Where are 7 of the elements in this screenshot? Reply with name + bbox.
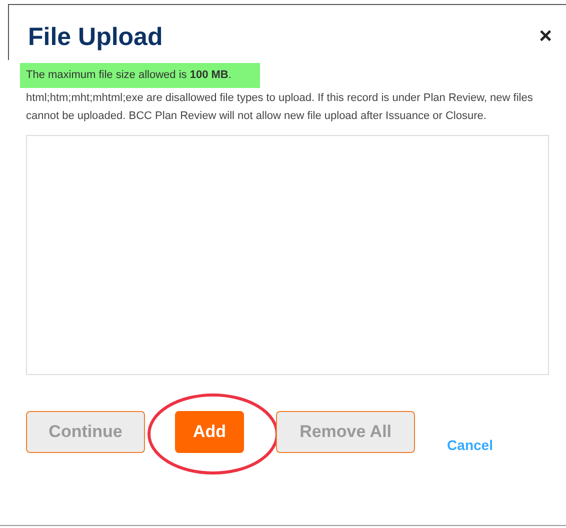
add-button[interactable]: Add (175, 410, 244, 452)
file-type-description: html;htm;mht;mhtml;exe are disallowed file types to upload. If this record is under Plan Review, new files cannot be uploaded. BCC Plan Review will not allow new file upload after Issuance or Closure. (25, 90, 534, 124)
close-button[interactable]: × (539, 23, 552, 49)
dialog-title: File Upload (28, 22, 163, 52)
cancel-link[interactable]: Cancel (447, 434, 493, 456)
file-drop-area[interactable] (26, 134, 549, 374)
file-size-notice: The maximum file size allowed is 100 MB. (20, 63, 260, 88)
